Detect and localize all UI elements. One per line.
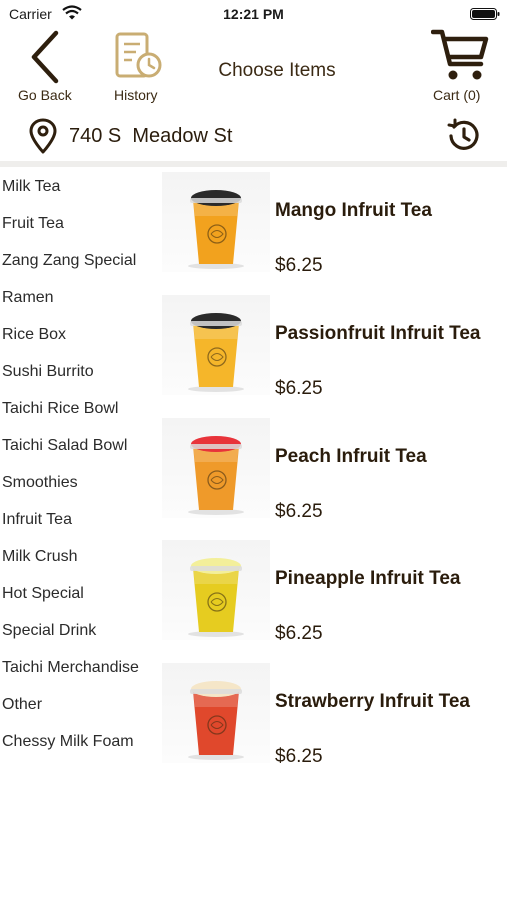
go-back-button[interactable]: Go Back <box>8 26 86 106</box>
category-item-milk-tea[interactable]: Milk Tea <box>2 168 60 205</box>
clock-refresh-icon[interactable] <box>446 118 482 154</box>
drink-cup-icon <box>188 436 244 515</box>
category-item-fruit-tea[interactable]: Fruit Tea <box>2 205 64 242</box>
location-pin-icon <box>29 118 57 154</box>
category-item-taichi-salad-bowl[interactable]: Taichi Salad Bowl <box>2 427 127 464</box>
product-price: $6.25 <box>275 501 323 522</box>
cart-label: Cart (0) <box>433 87 481 103</box>
product-image <box>162 540 270 640</box>
category-item-smoothies[interactable]: Smoothies <box>2 464 78 501</box>
product-card[interactable]: Peach Infruit Tea $6.25 <box>162 418 507 522</box>
category-item-chessy-milk-foam[interactable]: Chessy Milk Foam <box>2 723 134 760</box>
product-price: $6.25 <box>275 623 323 644</box>
go-back-label: Go Back <box>18 87 72 103</box>
status-time: 12:21 PM <box>223 6 284 22</box>
category-item-zang-zang-special[interactable]: Zang Zang Special <box>2 242 136 279</box>
product-image <box>162 663 270 763</box>
product-name: Mango Infruit Tea <box>275 200 432 221</box>
category-item-infruit-tea[interactable]: Infruit Tea <box>2 501 72 538</box>
section-divider <box>0 161 507 167</box>
history-document-icon <box>115 32 162 78</box>
category-item-other[interactable]: Other <box>2 686 42 723</box>
history-label: History <box>114 87 158 103</box>
drink-cup-icon <box>188 313 244 392</box>
product-price: $6.25 <box>275 255 323 276</box>
product-card[interactable]: Mango Infruit Tea $6.25 <box>162 172 507 276</box>
address-text: 740 S Meadow St <box>69 125 233 147</box>
cart-button[interactable]: Cart (0) <box>424 26 500 106</box>
cart-icon <box>431 29 489 80</box>
product-name: Passionfruit Infruit Tea <box>275 323 481 344</box>
category-item-rice-box[interactable]: Rice Box <box>2 316 66 353</box>
drink-cup-icon <box>188 681 244 760</box>
drink-cup-icon <box>188 558 244 637</box>
location-row[interactable]: 740 S Meadow St <box>0 112 507 160</box>
category-item-special-drink[interactable]: Special Drink <box>2 612 96 649</box>
product-card[interactable]: Passionfruit Infruit Tea $6.25 <box>162 295 507 399</box>
category-item-sushi-burrito[interactable]: Sushi Burrito <box>2 353 94 390</box>
product-image <box>162 295 270 395</box>
product-name: Pineapple Infruit Tea <box>275 568 461 589</box>
product-card[interactable]: Pineapple Infruit Tea $6.25 <box>162 540 507 644</box>
chevron-left-icon <box>31 30 59 84</box>
page-title: Choose Items <box>218 60 336 81</box>
product-price: $6.25 <box>275 378 323 399</box>
history-button[interactable]: History <box>108 26 172 106</box>
product-image <box>162 172 270 272</box>
category-item-hot-special[interactable]: Hot Special <box>2 575 84 612</box>
product-name: Peach Infruit Tea <box>275 446 427 467</box>
category-item-taichi-merchandise[interactable]: Taichi Merchandise <box>2 649 139 686</box>
category-item-milk-crush[interactable]: Milk Crush <box>2 538 78 575</box>
product-card[interactable]: Strawberry Infruit Tea $6.25 <box>162 663 507 767</box>
category-item-taichi-rice-bowl[interactable]: Taichi Rice Bowl <box>2 390 118 427</box>
drink-cup-icon <box>188 190 244 269</box>
status-bar: Carrier 12:21 PM <box>0 0 507 28</box>
battery-icon <box>470 8 500 20</box>
product-name: Strawberry Infruit Tea <box>275 691 470 712</box>
product-image <box>162 418 270 518</box>
category-item-ramen[interactable]: Ramen <box>2 279 54 316</box>
product-price: $6.25 <box>275 746 323 767</box>
